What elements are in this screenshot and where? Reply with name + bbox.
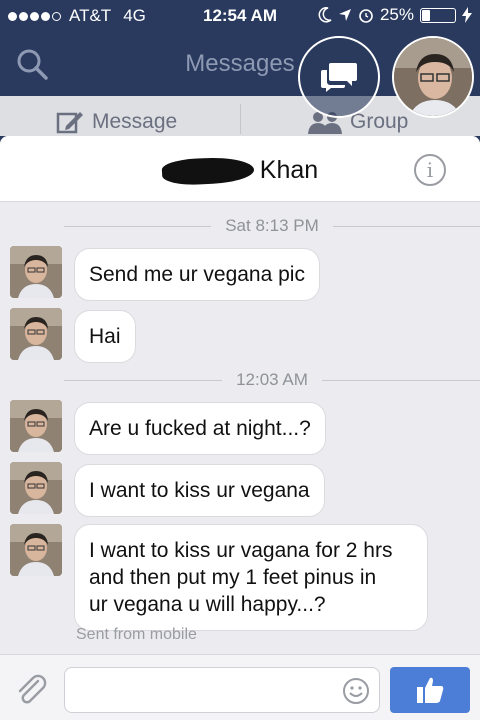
attach-button[interactable] xyxy=(14,673,50,709)
app-header: Messages xyxy=(0,32,480,118)
timestamp-divider: 12:03 AM xyxy=(0,370,480,390)
group-tab-label: Group xyxy=(350,110,409,133)
status-right: 25% xyxy=(318,5,472,25)
message-bubble[interactable]: I want to kiss ur vegana xyxy=(74,464,325,517)
message-line: and then put my 1 feet pinus in xyxy=(89,566,377,589)
thumbs-up-icon xyxy=(417,677,444,703)
sender-avatar[interactable] xyxy=(10,246,62,298)
message-bubble[interactable]: Hai xyxy=(74,310,136,363)
sender-avatar[interactable] xyxy=(10,462,62,514)
redacted-scribble xyxy=(161,155,255,186)
sender-avatar[interactable] xyxy=(10,308,62,360)
avatar-photo xyxy=(10,400,62,452)
avatar-photo xyxy=(10,462,62,514)
message-bubble[interactable]: Are u fucked at night...? xyxy=(74,402,326,455)
new-message-tab[interactable]: Message xyxy=(56,110,177,134)
contact-name: Khan xyxy=(259,156,319,184)
sub-header-divider xyxy=(240,104,241,134)
composer xyxy=(0,654,480,720)
timestamp-text: 12:03 AM xyxy=(236,370,308,389)
moon-icon xyxy=(318,7,332,23)
info-button[interactable]: i xyxy=(414,154,446,186)
charging-bolt-icon xyxy=(462,7,472,23)
chat-header: Khan i xyxy=(0,136,480,202)
avatar-photo xyxy=(10,524,62,576)
chat-panel: Khan i Sat 8:13 PM Send me ur vegana pic… xyxy=(0,136,480,720)
message-line: ur vegana u will happy...? xyxy=(89,593,326,616)
message-bubble[interactable]: Send me ur vegana pic xyxy=(74,248,320,301)
emoji-button[interactable] xyxy=(342,677,370,705)
sent-from-label: Sent from mobile xyxy=(76,626,197,643)
avatar-photo xyxy=(10,308,62,360)
sender-avatar[interactable] xyxy=(10,400,62,452)
timestamp-divider: Sat 8:13 PM xyxy=(0,216,480,236)
chat-bubbles-icon xyxy=(321,63,357,92)
message-line: I want to kiss ur vagana for 2 hrs xyxy=(89,539,393,562)
chat-heads-button[interactable] xyxy=(298,36,380,118)
timestamp-text: Sat 8:13 PM xyxy=(225,216,319,235)
avatar-photo xyxy=(10,246,62,298)
location-arrow-icon xyxy=(338,9,351,21)
chat-head-avatar[interactable] xyxy=(392,36,474,118)
compose-icon xyxy=(56,112,83,134)
sender-avatar[interactable] xyxy=(10,524,62,576)
battery-percent: 25% xyxy=(379,5,414,24)
like-button[interactable] xyxy=(390,667,470,713)
message-tab-label: Message xyxy=(92,110,178,133)
smiley-icon xyxy=(343,678,369,704)
alarm-icon xyxy=(359,9,373,23)
message-bubble-multiline[interactable]: I want to kiss ur vagana for 2 hrs and t… xyxy=(74,524,428,631)
info-icon: i xyxy=(426,158,434,182)
status-bar: AT&T 4G 12:54 AM 25% xyxy=(0,0,480,32)
paperclip-icon xyxy=(18,674,47,704)
chat-title[interactable]: Khan xyxy=(0,155,480,186)
battery-icon xyxy=(420,7,456,23)
message-input[interactable] xyxy=(64,667,380,713)
